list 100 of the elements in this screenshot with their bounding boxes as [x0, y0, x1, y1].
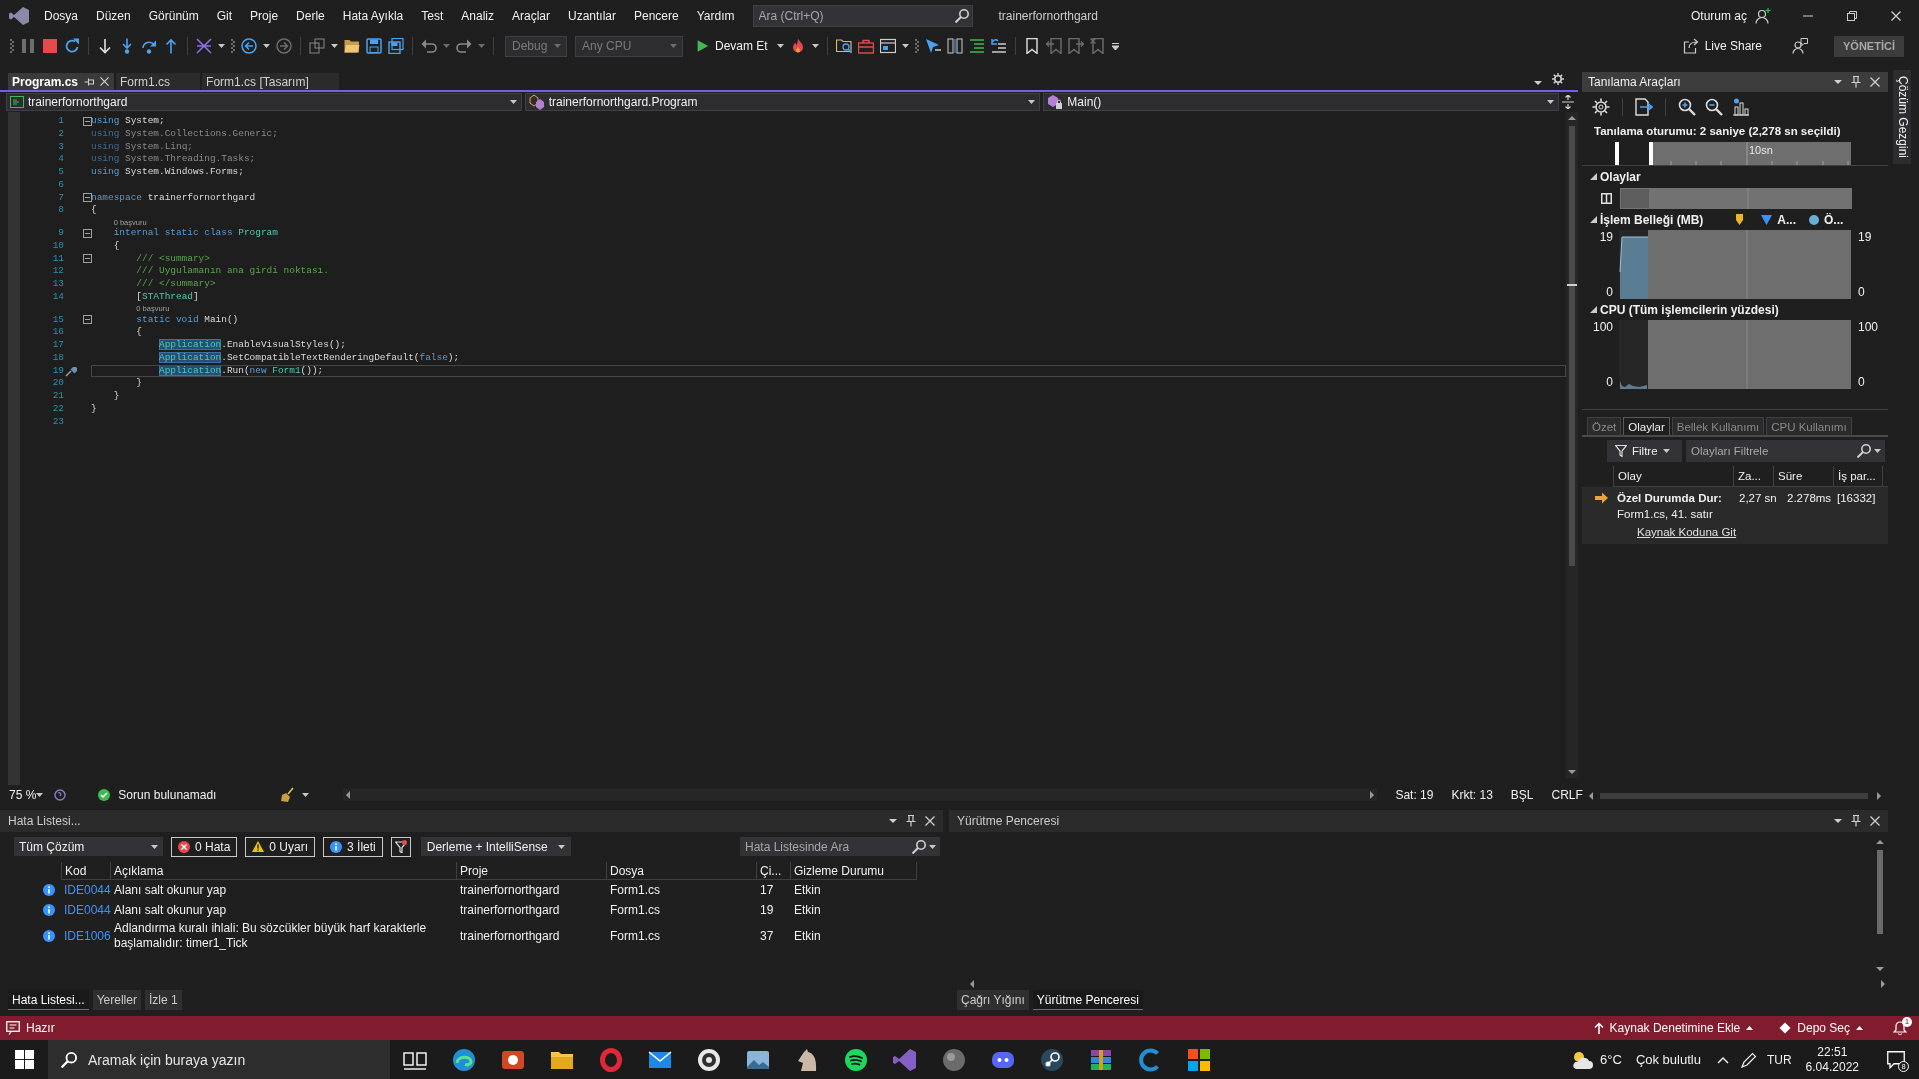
menu-item[interactable]: Derle — [287, 4, 334, 27]
column-header[interactable]: Süre — [1773, 466, 1833, 486]
pin-icon[interactable] — [1851, 76, 1861, 88]
text-lines-icon[interactable] — [968, 38, 985, 54]
down-arrow-icon[interactable] — [97, 38, 113, 54]
settings-icon[interactable] — [1592, 98, 1610, 116]
menu-item[interactable]: Hata Ayıkla — [333, 4, 413, 27]
message-icon[interactable] — [1887, 1050, 1905, 1069]
line-indicator[interactable]: Sat: 19 — [1395, 788, 1434, 802]
filter-toggle[interactable]: 0 Hata — [171, 836, 238, 857]
dropdown-icon[interactable] — [1534, 81, 1542, 85]
ring-icon[interactable] — [599, 1047, 623, 1072]
collapse-icon[interactable] — [83, 228, 92, 238]
scope-dropdown[interactable]: Tüm Çözüm — [14, 837, 163, 856]
panel-tab[interactable]: Yereller — [92, 990, 141, 1010]
line-ending-indicator[interactable]: CRLF — [1551, 788, 1583, 802]
caret-icon[interactable] — [263, 44, 270, 48]
pen-icon[interactable] — [1740, 1051, 1757, 1068]
bookmark-icon[interactable] — [1023, 38, 1040, 54]
pause-icon[interactable] — [20, 38, 36, 54]
redo-icon[interactable] — [456, 38, 472, 54]
stacked-books-icon[interactable] — [1089, 1047, 1113, 1072]
error-code-link[interactable]: IDE1006 — [64, 928, 111, 944]
menu-item[interactable]: Pencere — [625, 4, 688, 27]
bookmark-arrow-icon[interactable] — [1067, 38, 1084, 54]
caret-icon[interactable] — [509, 100, 517, 104]
collapse-icon[interactable] — [83, 254, 92, 264]
person-plus-icon[interactable] — [1755, 7, 1771, 24]
continue-button[interactable]: Devam Et — [693, 37, 771, 55]
clock-time[interactable]: 22:51 — [1817, 1044, 1848, 1060]
play-icon[interactable] — [696, 39, 709, 53]
menu-item[interactable]: Test — [412, 4, 453, 27]
caret-icon[interactable] — [1662, 449, 1670, 453]
save-icon[interactable] — [366, 38, 382, 54]
close-icon[interactable] — [100, 77, 110, 86]
document-tab[interactable]: Form1.cs — [116, 73, 201, 90]
caret-icon[interactable] — [811, 44, 819, 48]
folder-search-icon[interactable] — [835, 38, 852, 54]
columns-icon[interactable] — [946, 38, 963, 54]
pin-icon[interactable] — [906, 815, 916, 827]
search-field[interactable]: Hata Listesinde Ara — [740, 837, 940, 856]
stacked-squares-icon[interactable] — [309, 38, 325, 54]
column-header[interactable]: Açıklama — [111, 862, 457, 880]
collapse-icon[interactable] — [83, 315, 92, 325]
column-header[interactable]: Proje — [457, 862, 607, 880]
forward-arrow-icon[interactable] — [276, 38, 292, 54]
caret-icon[interactable] — [218, 44, 225, 48]
horizontal-scrollbar[interactable] — [343, 789, 1378, 801]
menu-item[interactable]: Git — [207, 4, 242, 27]
caret-up-icon[interactable] — [1856, 1026, 1863, 1030]
chevron-up-icon[interactable] — [1716, 1055, 1729, 1064]
screwdriver-icon[interactable] — [64, 364, 77, 377]
lines-arrow-icon[interactable] — [990, 38, 1007, 54]
caret-icon[interactable] — [929, 844, 936, 849]
grip-icon[interactable] — [231, 39, 235, 53]
menu-item[interactable]: Yardım — [687, 4, 744, 27]
swirl-icon[interactable] — [54, 789, 67, 801]
caret-icon[interactable] — [151, 844, 158, 849]
back-arrow-icon[interactable] — [241, 38, 257, 54]
save-all-icon[interactable] — [388, 38, 404, 54]
person-chat-icon[interactable] — [1792, 38, 1808, 54]
curved-arrow-icon[interactable] — [141, 38, 157, 54]
source-link[interactable]: Kaynak Koduna Git — [1637, 526, 1737, 538]
caret-icon[interactable] — [331, 44, 338, 48]
filter-button[interactable]: Filtre — [1607, 440, 1682, 462]
menu-item[interactable]: Görünüm — [139, 4, 208, 27]
share-icon[interactable] — [1682, 38, 1699, 54]
undo-icon[interactable] — [421, 38, 437, 54]
panel-tab[interactable]: Hata Listesi... — [8, 990, 89, 1010]
error-code-link[interactable]: IDE0044 — [64, 882, 111, 898]
start-icon[interactable] — [15, 1050, 34, 1069]
zoom-dropdown[interactable]: 75 % — [6, 788, 47, 802]
caret-icon[interactable] — [776, 44, 784, 48]
search-icon[interactable] — [61, 1051, 77, 1068]
bell-icon[interactable] — [1893, 1021, 1907, 1035]
export-icon[interactable] — [1635, 98, 1653, 116]
open-folder-icon[interactable] — [344, 38, 360, 54]
column-header[interactable]: Kod — [61, 862, 111, 880]
source-control-button[interactable]: Kaynak Denetimine Ekle — [1589, 1021, 1758, 1035]
collapse-icon[interactable] — [83, 116, 92, 126]
diamond-icon[interactable] — [1779, 1022, 1792, 1034]
document-tab[interactable]: Form1.cs [Tasarım] — [202, 73, 339, 90]
column-indicator[interactable]: Krkt: 13 — [1451, 788, 1493, 802]
repository-button[interactable]: Depo Seç — [1775, 1021, 1867, 1035]
expander-icon[interactable] — [1590, 216, 1597, 223]
error-code-link[interactable]: IDE0044 — [64, 902, 111, 918]
funnel-icon[interactable] — [1615, 445, 1627, 457]
swirl-icon[interactable] — [452, 1047, 476, 1072]
live-share-button[interactable]: Live Share — [1678, 36, 1766, 56]
grip-icon[interactable] — [10, 39, 14, 53]
insert-mode-indicator[interactable]: BŞL — [1510, 788, 1534, 802]
ribbon-logo-icon[interactable] — [8, 5, 30, 26]
split-panel-icon[interactable] — [1601, 192, 1612, 204]
dropdown-icon[interactable] — [1834, 80, 1842, 84]
close-icon[interactable] — [1870, 816, 1880, 826]
source-dropdown[interactable]: Derleme + IntelliSense — [420, 837, 571, 856]
window-icon[interactable] — [879, 38, 896, 54]
navigation-dropdown[interactable]: Main() — [1043, 93, 1559, 111]
pin-icon[interactable] — [84, 76, 95, 87]
restore-icon[interactable] — [1847, 10, 1857, 21]
